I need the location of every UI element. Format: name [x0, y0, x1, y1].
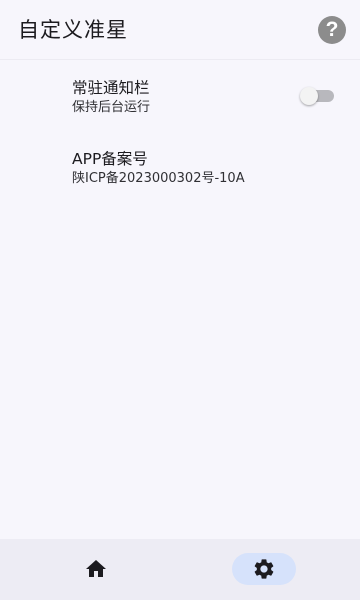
home-icon: [86, 560, 106, 577]
help-icon[interactable]: ?: [318, 16, 346, 44]
setting-icp-number[interactable]: APP备案号 陕ICP备2023000302号-10A: [72, 149, 344, 188]
setting-icp-number-title: APP备案号: [72, 150, 148, 168]
app-title: 自定义准星: [18, 18, 128, 42]
setting-icp-number-value: 陕ICP备2023000302号-10A: [72, 171, 245, 186]
gear-icon: [254, 559, 274, 579]
switch-thumb: [300, 87, 318, 105]
nav-settings-button[interactable]: [232, 553, 296, 585]
persistent-notification-switch[interactable]: [300, 87, 334, 105]
app-bar: 自定义准星 ?: [0, 0, 360, 60]
bottom-navigation: [0, 539, 360, 600]
nav-home-button[interactable]: [64, 553, 128, 585]
